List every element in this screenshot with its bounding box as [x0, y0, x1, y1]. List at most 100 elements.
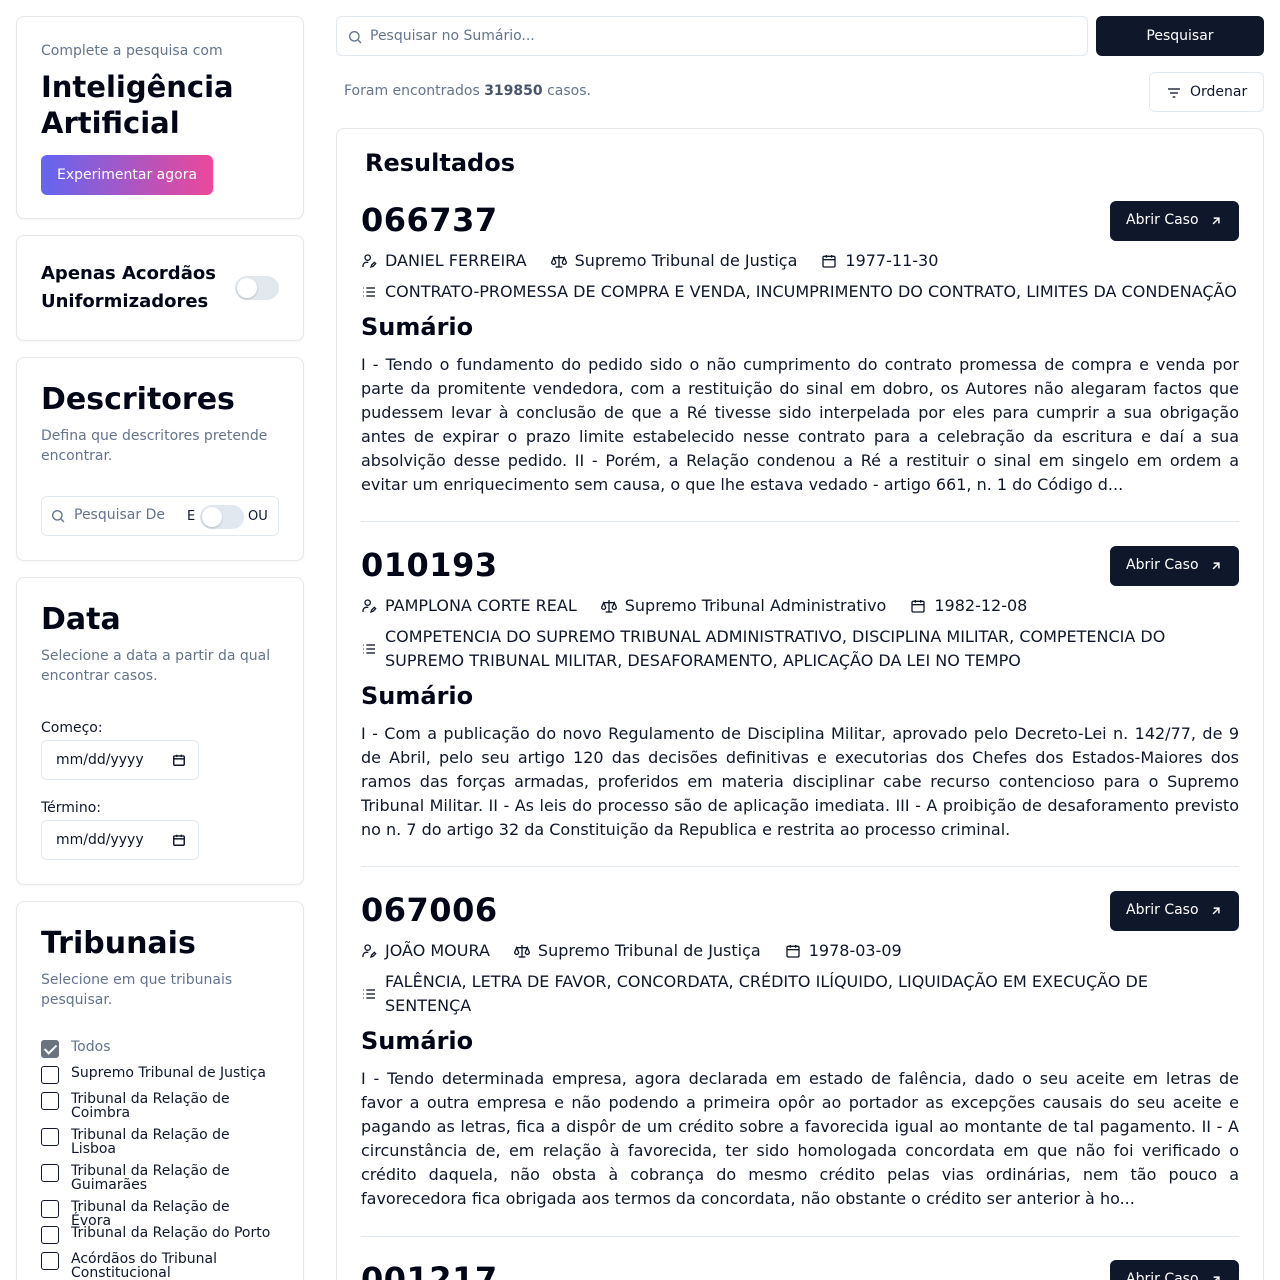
open-case-label: Abrir Caso	[1126, 212, 1199, 228]
list-icon	[363, 287, 375, 297]
court-option[interactable]: Acórdãos do Tribunal Constitucional	[41, 1252, 271, 1280]
calendar-icon[interactable]	[172, 753, 186, 767]
case-meta: PAMPLONA CORTE REAL Supremo Tribunal Adm…	[361, 596, 1051, 615]
court-option-label: Supremo Tribunal de Justiça	[71, 1065, 266, 1081]
case-date: 1977-11-30	[821, 251, 938, 270]
court-option-label: Tribunal da Relação de Évora	[71, 1199, 230, 1229]
case-descriptors-text: CONTRATO-PROMESSA DE COMPRA E VENDA, INC…	[385, 282, 1237, 301]
courts-title: Tribunais	[41, 926, 196, 961]
and-label: E	[187, 509, 196, 524]
case-card: 010193 Abrir Caso PAMPLONA CORTE REAL Su…	[361, 546, 1239, 867]
results-count: Foram encontrados 319850 casos.	[344, 83, 591, 99]
descriptors-search[interactable]: Pesquisar De E OU	[41, 496, 279, 536]
case-meta: JOÃO MOURA Supremo Tribunal de Justiça 1…	[361, 941, 926, 960]
open-case-label: Abrir Caso	[1126, 557, 1199, 573]
calendar-icon[interactable]	[172, 833, 186, 847]
search-icon	[349, 31, 362, 44]
scale-icon	[550, 254, 567, 268]
start-date-input[interactable]: mm/dd/yyyy	[41, 740, 199, 780]
ai-title: Inteligência Artificial	[41, 70, 234, 140]
case-judge-text: DANIEL FERREIRA	[385, 251, 527, 270]
case-court: Supremo Tribunal de Justiça	[513, 941, 761, 960]
open-case-label: Abrir Caso	[1126, 902, 1199, 918]
case-judge: JOÃO MOURA	[361, 941, 490, 960]
arrow-up-right-icon	[1212, 907, 1220, 915]
uniform-filter-card: Apenas Acordãos Uniformizadores	[16, 235, 304, 341]
open-case-button[interactable]: Abrir Caso	[1110, 201, 1239, 241]
uniform-toggle[interactable]	[235, 276, 279, 300]
end-date-value: mm/dd/yyyy	[56, 832, 144, 848]
ai-promo-card: Complete a pesquisa com Inteligência Art…	[16, 16, 304, 219]
summary-heading: Sumário	[361, 1027, 474, 1055]
filter-lines-icon	[1168, 88, 1180, 98]
court-option-label: Tribunal da Relação do Porto	[71, 1225, 271, 1241]
search-button[interactable]: Pesquisar	[1096, 16, 1264, 56]
descriptors-card: Descritores Defina que descritores prete…	[16, 357, 304, 561]
case-id: 066737	[361, 201, 498, 239]
case-court: Supremo Tribunal de Justiça	[550, 251, 798, 270]
court-option[interactable]: Tribunal da Relação de Évora	[41, 1200, 271, 1228]
court-option-todos[interactable]: Todos	[41, 1040, 271, 1058]
checkbox[interactable]	[41, 1252, 59, 1270]
sort-label: Ordenar	[1190, 84, 1248, 100]
case-court-text: Supremo Tribunal de Justiça	[574, 251, 798, 270]
summary-heading: Sumário	[361, 682, 474, 710]
or-label: OU	[248, 509, 268, 524]
checkbox[interactable]	[41, 1092, 59, 1110]
case-id: 067006	[361, 891, 498, 929]
checkbox-checked[interactable]	[41, 1040, 59, 1058]
court-option-label: Tribunal da Relação de Coimbra	[71, 1091, 230, 1121]
user-pen-icon	[362, 598, 377, 613]
list-icon	[363, 644, 375, 654]
case-divider	[361, 521, 1239, 522]
case-card: 066737 Abrir Caso DANIEL FERREIRA Suprem…	[361, 201, 1239, 522]
summary-search-input[interactable]: Pesquisar no Sumário...	[336, 16, 1088, 56]
end-date-label: Término:	[41, 800, 101, 816]
results-title: Resultados	[365, 149, 515, 177]
descriptors-search-placeholder: Pesquisar De	[74, 507, 165, 523]
checkbox[interactable]	[41, 1200, 59, 1218]
descriptors-description: Defina que descritores pretende encontra…	[41, 428, 268, 464]
case-judge-text: JOÃO MOURA	[385, 941, 490, 960]
case-date: 1978-03-09	[785, 941, 902, 960]
open-case-button[interactable]: Abrir Caso	[1110, 1260, 1239, 1280]
court-option[interactable]: Tribunal da Relação do Porto	[41, 1226, 271, 1244]
toggle-knob	[202, 507, 222, 527]
case-court: Supremo Tribunal Administrativo	[600, 596, 887, 615]
court-option-label: Tribunal da Relação de Lisboa	[71, 1127, 230, 1157]
user-pen-icon	[362, 943, 377, 958]
case-court-text: Supremo Tribunal de Justiça	[537, 941, 761, 960]
case-descriptors: COMPETENCIA DO SUPREMO TRIBUNAL ADMINIST…	[361, 625, 1245, 673]
court-option-label: Acórdãos do Tribunal Constitucional	[71, 1251, 218, 1280]
date-title: Data	[41, 602, 121, 637]
sort-button[interactable]: Ordenar	[1149, 72, 1264, 112]
checkbox[interactable]	[41, 1128, 59, 1146]
and-or-toggle[interactable]	[200, 505, 244, 529]
results-count-prefix: Foram encontrados	[344, 83, 480, 99]
checkbox[interactable]	[41, 1164, 59, 1182]
arrow-up-right-icon	[1212, 562, 1220, 570]
ai-pretitle: Complete a pesquisa com	[41, 43, 223, 59]
court-option[interactable]: Tribunal da Relação de Coimbra	[41, 1092, 271, 1120]
case-divider	[361, 1236, 1239, 1237]
list-icon	[363, 989, 375, 999]
checkbox[interactable]	[41, 1066, 59, 1084]
try-ai-button[interactable]: Experimentar agora	[41, 155, 214, 195]
open-case-button[interactable]: Abrir Caso	[1110, 891, 1239, 931]
start-date-value: mm/dd/yyyy	[56, 752, 144, 768]
court-option[interactable]: Tribunal da Relação de Guimarães	[41, 1164, 271, 1192]
arrow-up-right-icon	[1213, 1276, 1220, 1280]
checkbox[interactable]	[41, 1226, 59, 1244]
case-id: 001217	[361, 1260, 498, 1280]
court-option[interactable]: Supremo Tribunal de Justiça	[41, 1066, 271, 1084]
open-case-button[interactable]: Abrir Caso	[1110, 546, 1239, 586]
court-option[interactable]: Tribunal da Relação de Lisboa	[41, 1128, 271, 1156]
case-summary: I - Com a publicação do novo Regulamento…	[361, 724, 1239, 839]
case-court-text: Supremo Tribunal Administrativo	[624, 596, 887, 615]
end-date-input[interactable]: mm/dd/yyyy	[41, 820, 199, 860]
arrow-up-right-icon	[1212, 217, 1220, 225]
user-pen-icon	[362, 253, 377, 268]
case-divider	[361, 866, 1239, 867]
scale-icon	[513, 944, 530, 958]
case-date-text: 1978-03-09	[808, 941, 902, 960]
